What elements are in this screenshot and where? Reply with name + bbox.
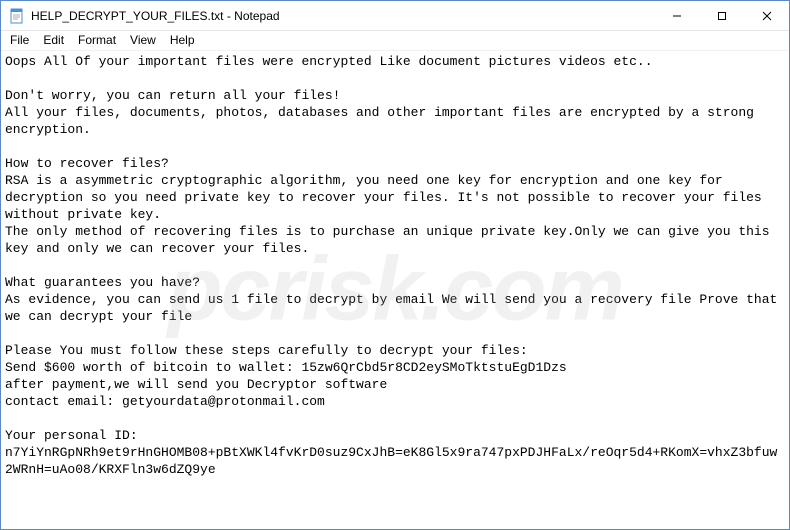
window-title: HELP_DECRYPT_YOUR_FILES.txt - Notepad (31, 9, 654, 23)
menu-edit[interactable]: Edit (36, 31, 71, 50)
window-titlebar: HELP_DECRYPT_YOUR_FILES.txt - Notepad (1, 1, 789, 31)
watermark-text: pcrisk.com (167, 282, 622, 299)
minimize-button[interactable] (654, 1, 699, 30)
menubar: File Edit Format View Help (1, 31, 789, 51)
editor-content[interactable]: Oops All Of your important files were en… (1, 51, 789, 529)
menu-help[interactable]: Help (163, 31, 202, 50)
menu-format[interactable]: Format (71, 31, 123, 50)
menu-view[interactable]: View (123, 31, 163, 50)
window-controls (654, 1, 789, 30)
maximize-icon (717, 11, 727, 21)
maximize-button[interactable] (699, 1, 744, 30)
close-button[interactable] (744, 1, 789, 30)
close-icon (762, 11, 772, 21)
menu-file[interactable]: File (3, 31, 36, 50)
notepad-icon (9, 8, 25, 24)
minimize-icon (672, 11, 682, 21)
